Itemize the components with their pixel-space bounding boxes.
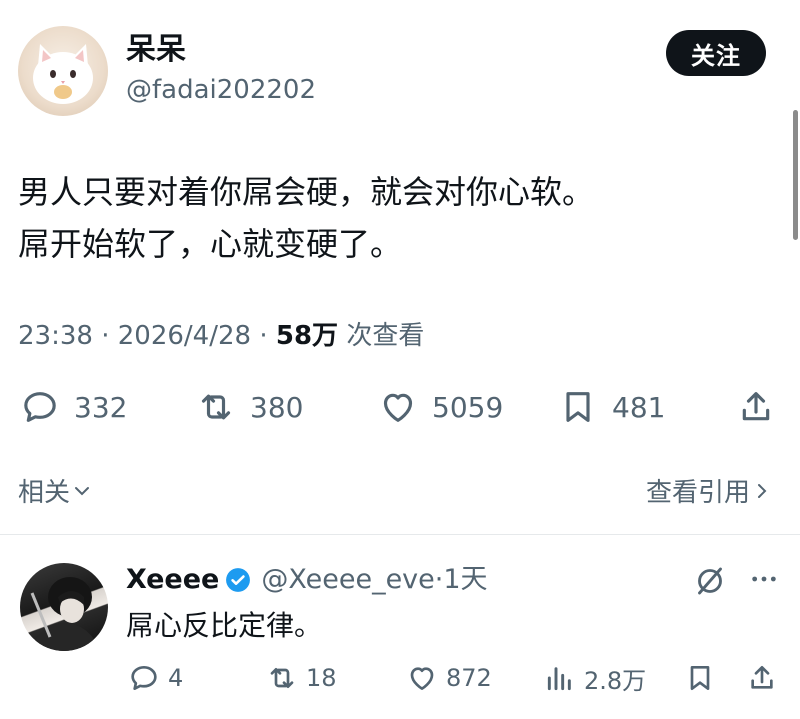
reply-like-button[interactable]: 872 bbox=[406, 660, 492, 696]
post-text: 男人只要对着你屌会硬，就会对你心软。 屌开始软了，心就变硬了。 bbox=[18, 166, 594, 270]
view-quotes-label: 查看引用 bbox=[645, 478, 750, 508]
meta-separator: · bbox=[101, 321, 110, 351]
repost-icon bbox=[270, 668, 294, 688]
repost-button[interactable]: 380 bbox=[196, 386, 303, 428]
reply-time[interactable]: 1天 bbox=[443, 563, 487, 597]
scrollbar-thumb[interactable] bbox=[793, 110, 798, 240]
reply-like-count: 872 bbox=[446, 664, 492, 692]
author-handle[interactable]: @fadai202202 bbox=[126, 74, 316, 106]
post-time[interactable]: 23:38 bbox=[18, 321, 93, 351]
related-label: 相关 bbox=[18, 478, 71, 508]
share-icon bbox=[742, 392, 770, 421]
bookmark-button[interactable]: 481 bbox=[558, 386, 665, 428]
post-text-line: 屌开始软了，心就变硬了。 bbox=[18, 225, 403, 263]
reply-separator: · bbox=[434, 564, 444, 595]
reply-count: 332 bbox=[74, 390, 128, 424]
reply-author-avatar[interactable] bbox=[20, 563, 108, 651]
repost-icon bbox=[201, 394, 231, 420]
reply-reply-count: 4 bbox=[168, 664, 184, 692]
like-count: 5059 bbox=[432, 390, 504, 424]
grok-button[interactable] bbox=[692, 563, 728, 603]
more-options-button[interactable] bbox=[748, 563, 780, 599]
grok-icon bbox=[698, 567, 722, 595]
chevron-right-icon bbox=[758, 483, 767, 498]
reply-share-button[interactable] bbox=[746, 660, 778, 696]
like-button[interactable]: 5059 bbox=[378, 386, 503, 428]
share-icon bbox=[751, 666, 773, 689]
reply-bookmark-button[interactable] bbox=[684, 660, 716, 696]
post-meta: 23:38 · 2026/4/28 · 58万 次查看 bbox=[18, 318, 424, 354]
reply-views-button[interactable]: 2.8万 bbox=[544, 660, 646, 696]
reply-author-name[interactable]: Xeeee bbox=[126, 563, 219, 597]
views-label: 次查看 bbox=[346, 321, 425, 351]
reply-button[interactable]: 332 bbox=[20, 386, 127, 428]
chevron-down-icon bbox=[75, 486, 90, 495]
view-quotes-link[interactable]: 查看引用 bbox=[646, 472, 774, 509]
reply-reply-button[interactable]: 4 bbox=[128, 660, 183, 696]
more-dots-icon bbox=[752, 576, 776, 582]
post-text-line: 男人只要对着你屌会硬，就会对你心软。 bbox=[18, 173, 595, 211]
reply-views-count: 2.8万 bbox=[584, 666, 647, 695]
bookmark-count: 481 bbox=[612, 390, 666, 424]
comment-icon bbox=[24, 392, 56, 422]
meta-separator: · bbox=[259, 321, 268, 351]
reply-repost-button[interactable]: 18 bbox=[266, 660, 337, 696]
post-date[interactable]: 2026/4/28 bbox=[118, 321, 251, 351]
person-avatar-icon bbox=[30, 577, 100, 651]
reply-repost-count: 18 bbox=[306, 664, 337, 692]
related-dropdown[interactable]: 相关 bbox=[18, 472, 94, 509]
comment-icon bbox=[131, 666, 157, 690]
cat-avatar-icon bbox=[33, 44, 93, 104]
reply-text: 屌心反比定律。 bbox=[126, 609, 323, 642]
analytics-bar-icon bbox=[547, 667, 571, 691]
heart-icon bbox=[383, 393, 413, 422]
follow-button[interactable]: 关注 bbox=[666, 30, 766, 76]
reply-author-handle[interactable]: @Xeeee_eve bbox=[261, 563, 434, 597]
verified-badge-icon bbox=[226, 568, 251, 592]
share-button[interactable] bbox=[736, 386, 776, 428]
bookmark-icon bbox=[690, 666, 710, 690]
author-avatar[interactable] bbox=[18, 26, 108, 116]
reply-header: Xeeee @Xeeee_eve · 1天 bbox=[126, 563, 488, 597]
author-display-name[interactable]: 呆呆 bbox=[126, 32, 186, 68]
views-count: 58万 bbox=[275, 321, 339, 351]
bookmark-icon bbox=[566, 392, 590, 422]
section-divider bbox=[0, 534, 800, 535]
repost-count: 380 bbox=[250, 390, 304, 424]
heart-icon bbox=[410, 667, 434, 690]
